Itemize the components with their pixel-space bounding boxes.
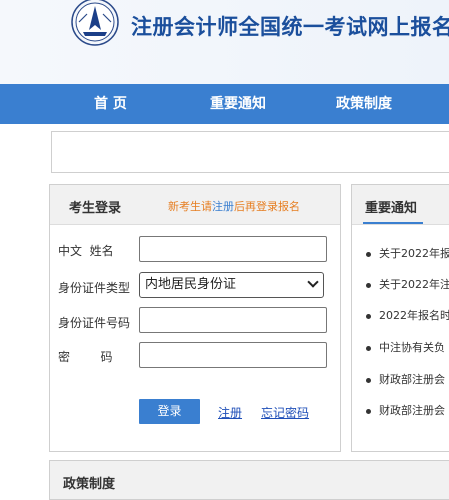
login-button[interactable]: 登录 [139,399,200,424]
notice-panel: 重要通知 关于2022年​报 关于2022年注 2022年报名时 中注协有关负 … [351,184,449,452]
id-number-input[interactable] [139,307,327,333]
id-number-label: 身份证件号码 [58,316,131,330]
login-title: 考生登录 [69,201,122,216]
notice-title: 重要通知 [365,201,418,216]
main-nav: 首 页 重要通知 政策制度 [0,84,449,124]
list-item[interactable]: 关于2022年​报 [366,245,449,261]
site-title: 注册会计师全国统一考试网上报名 [131,15,449,39]
notice-panel-header: 重要通知 [352,185,449,225]
id-type-select[interactable]: 内地居民身份证 [139,272,324,298]
cicpa-logo-icon [67,0,123,52]
list-item[interactable]: 财政部注册会 [366,371,449,387]
list-item[interactable]: 中注协有关负 [366,339,449,355]
chinese-name-input[interactable] [139,236,327,262]
list-item[interactable]: 关于2022年注 [366,276,449,292]
id-type-value: 内地居民身份证 [145,277,237,292]
register-tip-link[interactable]: 注册 [212,200,234,213]
nav-policies[interactable]: 政策制度 [336,84,392,124]
nav-home[interactable]: 首 页 [94,84,127,124]
name-label: 中文 姓名 [58,244,114,258]
site-header: 注册会计师全国统一考试网上报名 [0,0,449,84]
register-tip: 新考生请注册后再登录报名 [168,198,300,214]
notice-title-underline [363,222,423,224]
nav-important-notices[interactable]: 重要通知 [210,84,266,124]
password-label: 密 码 [58,350,113,364]
register-link[interactable]: 注册 [218,404,242,421]
announcement-bar [51,131,449,173]
forgot-password-link[interactable]: 忘记密码 [261,404,309,421]
id-type-label: 身份证件类型 [58,281,131,295]
chevron-down-icon [307,276,319,288]
list-item[interactable]: 2022年报名时 [366,307,449,323]
password-input[interactable] [139,342,327,368]
list-item[interactable]: 财政部注册会 [366,402,449,418]
policy-title: 政策制度 [63,477,116,492]
register-tip-suffix: 后再登录报名 [234,200,300,213]
policy-panel: 政策制度 [49,460,449,500]
login-panel-header: 考生登录 新考生请注册后再登录报名 [50,185,340,225]
register-tip-prefix: 新考生请 [168,200,212,213]
login-panel: 考生登录 新考生请注册后再登录报名 中文 姓名 身份证件类型 内地居民身份证 身… [49,184,341,452]
